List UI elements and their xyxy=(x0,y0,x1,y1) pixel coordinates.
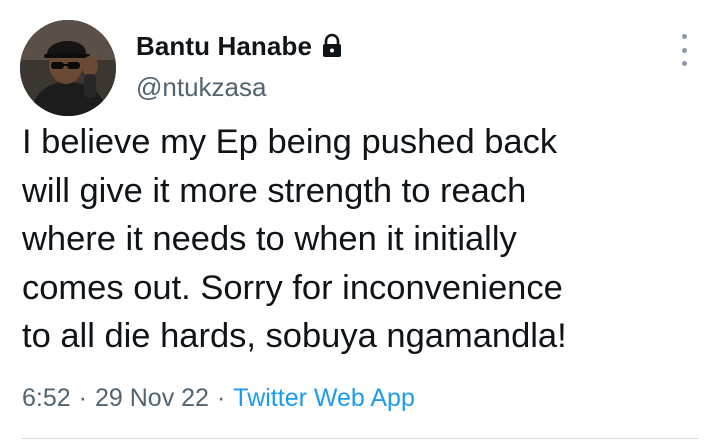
tweet-time[interactable]: 6:52 xyxy=(22,384,71,413)
display-name-row: Bantu Hanabe xyxy=(136,26,344,66)
more-options-button[interactable] xyxy=(674,34,694,66)
more-vertical-icon-dot xyxy=(681,47,687,53)
lock-icon xyxy=(320,33,344,59)
username-handle[interactable]: @ntukzasa xyxy=(136,72,344,103)
avatar-photo xyxy=(20,20,116,116)
tweet-source-link[interactable]: Twitter Web App xyxy=(233,384,415,413)
tweet-card: Bantu Hanabe @ntukzasa I believe my Ep b… xyxy=(0,0,720,443)
meta-separator: · xyxy=(78,384,87,412)
tweet-metadata: 6:52 · 29 Nov 22 · Twitter Web App xyxy=(22,384,415,413)
meta-separator: · xyxy=(216,384,226,412)
more-vertical-icon-dot xyxy=(681,61,687,66)
tweet-date[interactable]: 29 Nov 22 xyxy=(95,384,209,413)
display-name[interactable]: Bantu Hanabe xyxy=(136,31,312,62)
author-identity: Bantu Hanabe @ntukzasa xyxy=(136,26,344,103)
tweet-text: I believe my Ep being pushed back will g… xyxy=(22,123,567,355)
avatar[interactable] xyxy=(20,20,116,116)
more-vertical-icon xyxy=(681,34,687,39)
divider xyxy=(22,438,698,439)
